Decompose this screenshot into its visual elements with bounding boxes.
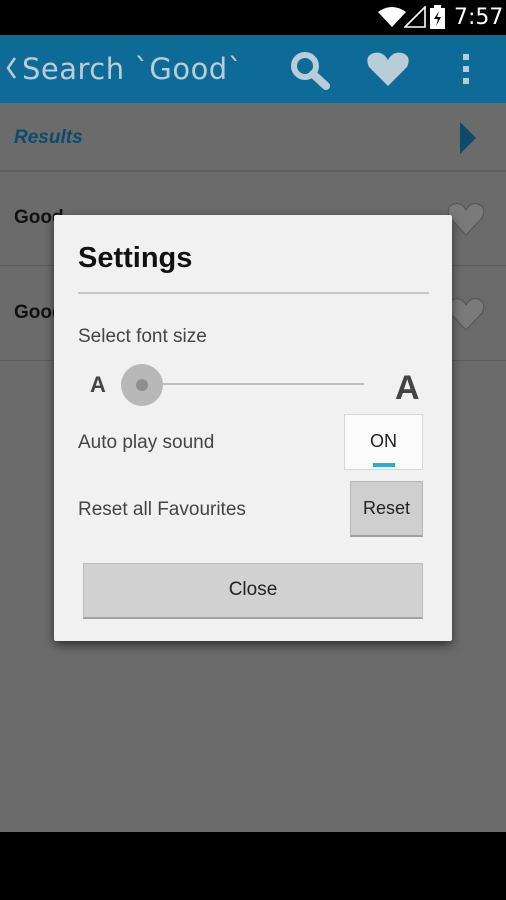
play-arrow-icon[interactable] <box>458 120 478 156</box>
app-bar: Search `Good` <box>0 35 506 103</box>
heart-icon[interactable] <box>447 297 485 331</box>
clock: 7:57 <box>454 5 504 30</box>
wifi-icon <box>378 7 406 27</box>
settings-dialog: Settings Select font size A A Auto play … <box>54 215 452 641</box>
slider-thumb-center <box>136 379 148 391</box>
auto-play-toggle[interactable]: ON <box>344 414 423 470</box>
overflow-menu-icon[interactable] <box>458 52 474 86</box>
close-button[interactable]: Close <box>83 563 423 619</box>
battery-charging-icon <box>430 5 445 29</box>
font-size-min-label: A <box>90 372 106 397</box>
font-size-label: Select font size <box>78 326 207 347</box>
heart-icon[interactable] <box>447 202 485 236</box>
heart-icon[interactable] <box>366 51 410 87</box>
font-size-slider-track[interactable] <box>142 383 364 385</box>
signal-icon <box>404 6 426 28</box>
font-size-max-label: A <box>395 369 420 407</box>
status-bar: 7:57 <box>0 0 506 35</box>
search-icon[interactable] <box>288 50 332 90</box>
back-chevron-icon[interactable] <box>4 55 18 81</box>
results-header[interactable]: Results <box>0 103 506 172</box>
page-title: Search `Good` <box>22 52 243 86</box>
results-label: Results <box>14 127 83 148</box>
dialog-title: Settings <box>78 242 193 274</box>
toggle-state: ON <box>370 431 397 451</box>
divider <box>78 292 429 294</box>
navigation-bar-area <box>0 832 506 900</box>
toggle-indicator <box>373 463 395 467</box>
auto-play-sound-label: Auto play sound <box>78 432 215 453</box>
reset-favourites-label: Reset all Favourites <box>78 499 246 520</box>
reset-button[interactable]: Reset <box>350 481 423 537</box>
